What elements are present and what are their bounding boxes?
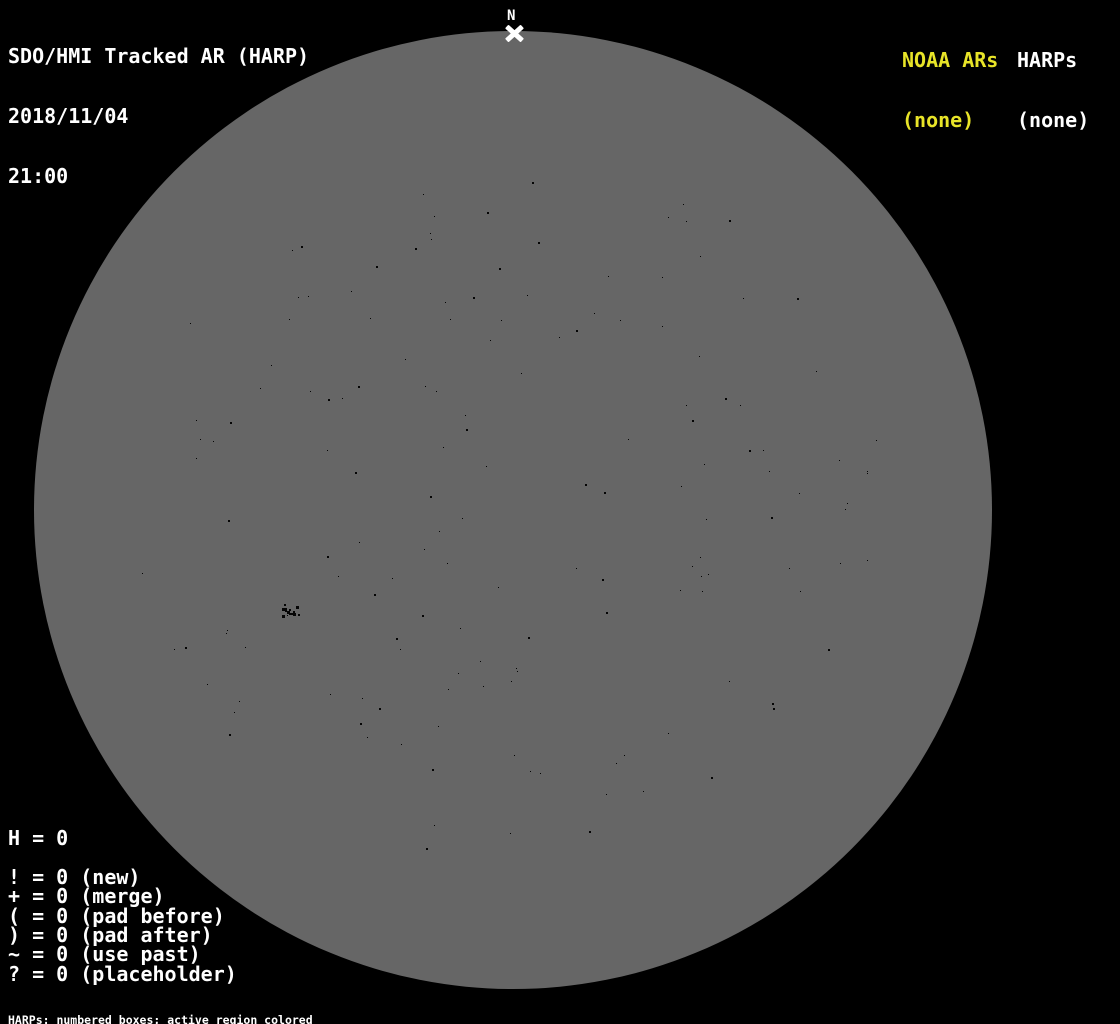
time-label: 21:00 xyxy=(8,164,69,188)
noaa-status-value: (none) xyxy=(902,108,975,132)
legend-line: H = 0 xyxy=(8,826,69,850)
plot-header: SDO/HMI Tracked AR (HARP) 2018/11/04 21:… xyxy=(8,6,309,226)
page-title: SDO/HMI Tracked AR (HARP) xyxy=(8,44,310,68)
date-label: 2018/11/04 xyxy=(8,104,129,128)
noaa-status-title: NOAA ARs xyxy=(902,48,999,72)
footer-harps-note: HARPs: numbered boxes; active region col… xyxy=(8,1013,313,1024)
north-cross-icon xyxy=(504,24,525,43)
harps-status-value: (none) xyxy=(1017,108,1090,132)
legend-line: ? = 0 (placeholder) xyxy=(8,961,237,986)
harps-status: HARPs (none) xyxy=(1017,10,1089,170)
north-label: N xyxy=(507,8,516,24)
footer-notes: HARPs: numbered boxes; active region col… xyxy=(8,992,410,1024)
noaa-status: NOAA ARs (none) xyxy=(902,10,998,170)
solar-plot-canvas: SDO/HMI Tracked AR (HARP) 2018/11/04 21:… xyxy=(0,0,1120,1024)
legend-counts: H = 0 ! = 0 (new) + = 0 (merge)( = 0 (pad… xyxy=(8,826,237,986)
harps-status-title: HARPs xyxy=(1017,48,1078,72)
